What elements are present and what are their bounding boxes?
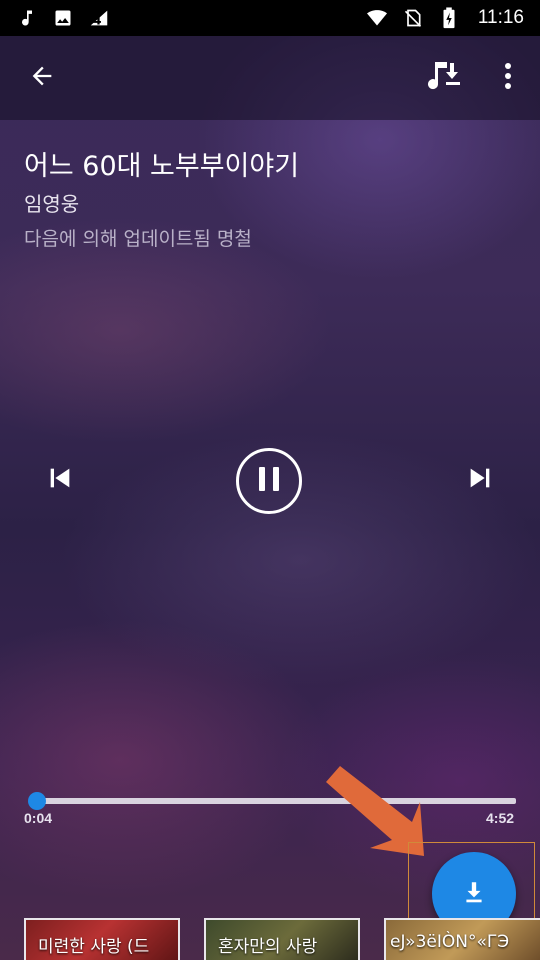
artist-name[interactable]: 임영웅 xyxy=(24,188,79,217)
status-bar-right: 11:16 xyxy=(366,7,524,29)
arrow-back-icon xyxy=(28,62,56,94)
next-track-button[interactable] xyxy=(456,456,504,504)
related-song-card[interactable]: eJ»3ëIÒN°«ГЭ xyxy=(384,918,540,960)
status-bar-left: 4 xyxy=(16,7,110,29)
related-song-card[interactable]: 혼자만의 사랑 xyxy=(204,918,360,960)
seek-bar[interactable] xyxy=(27,792,516,810)
pause-icon xyxy=(256,465,282,497)
back-button[interactable] xyxy=(18,54,66,102)
app-toolbar xyxy=(0,36,540,120)
no-sim-icon xyxy=(402,7,424,29)
music-note-icon xyxy=(16,7,38,29)
more-options-button[interactable] xyxy=(484,54,532,102)
wifi-icon xyxy=(366,7,388,29)
battery-charging-icon xyxy=(438,7,460,29)
download-music-button[interactable] xyxy=(420,54,468,102)
updated-by-text: 다음에 의해 업데이트됨 명철 xyxy=(24,228,252,250)
related-song-card[interactable]: 미련한 사랑 (드 xyxy=(24,918,180,960)
status-time: 11:16 xyxy=(477,7,524,28)
total-time: 4:52 xyxy=(486,810,515,826)
related-song-title: eJ»3ëIÒN°«ГЭ xyxy=(390,932,510,952)
current-time: 0:04 xyxy=(24,810,53,826)
previous-track-button[interactable] xyxy=(36,456,84,504)
music-download-icon xyxy=(426,60,462,96)
skip-next-icon xyxy=(464,462,496,498)
related-song-title: 혼자만의 사랑 xyxy=(218,937,318,957)
status-bar: 4 11:16 xyxy=(0,0,540,36)
signal-4-icon: 4 xyxy=(88,7,110,29)
pause-button[interactable] xyxy=(236,448,302,514)
download-icon xyxy=(461,878,487,910)
seek-bar-thumb[interactable] xyxy=(27,792,46,810)
svg-text:4: 4 xyxy=(93,13,102,28)
related-song-title: 미련한 사랑 (드 xyxy=(38,937,150,957)
image-icon xyxy=(52,7,74,29)
skip-previous-icon xyxy=(44,462,76,498)
song-title: 어느 60대 노부부이야기 xyxy=(24,151,300,182)
more-vertical-icon xyxy=(504,62,512,94)
